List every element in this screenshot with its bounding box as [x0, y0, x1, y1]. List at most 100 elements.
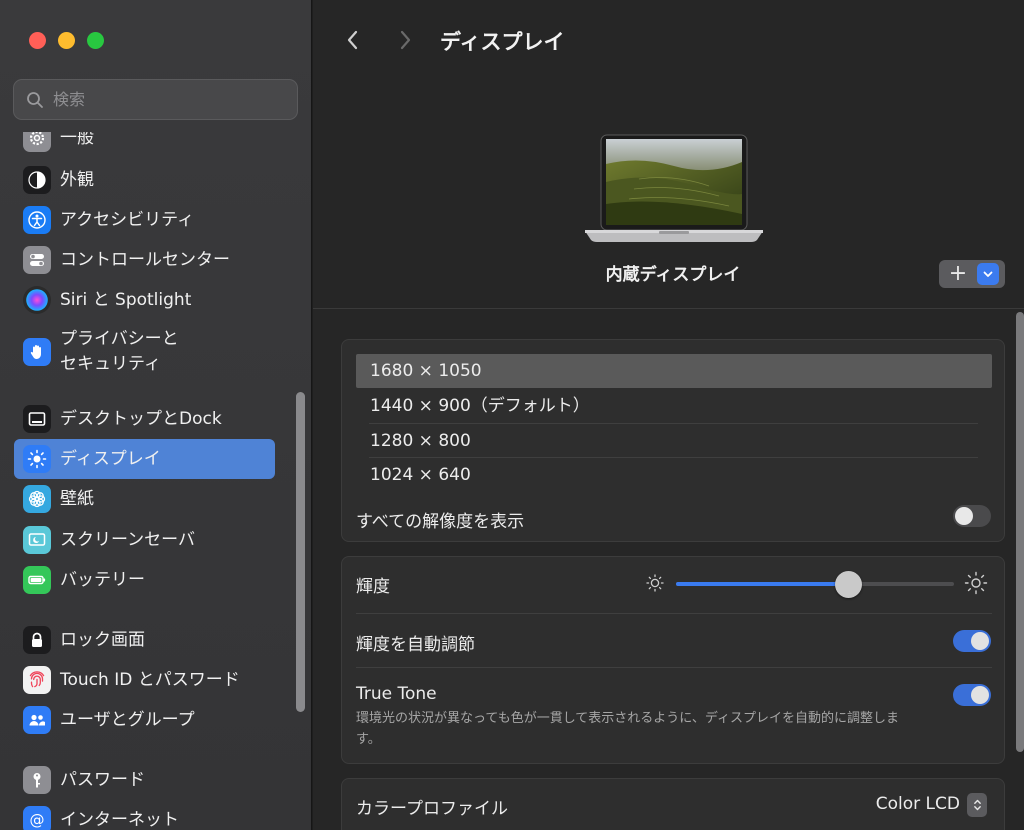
sidebar-item-battery[interactable]: バッテリー: [14, 560, 275, 600]
sidebar-item-desktop-dock[interactable]: デスクトップとDock: [14, 399, 275, 439]
key-icon: [23, 766, 51, 794]
brightness-slider-knob[interactable]: [835, 571, 863, 598]
sidebar-item-label: 外観: [60, 170, 94, 190]
sidebar-item-siri-spotlight[interactable]: Siri と Spotlight: [14, 280, 275, 320]
dock-icon: [23, 405, 51, 433]
brightness-label: 輝度: [356, 577, 390, 597]
forward-button[interactable]: [391, 26, 419, 54]
sidebar-item-label: バッテリー: [60, 570, 145, 590]
sidebar-item-touch-id-password[interactable]: Touch ID とパスワード: [14, 660, 275, 700]
hand-icon: [23, 338, 51, 366]
add-display-button[interactable]: +: [939, 260, 1005, 288]
sidebar-item-users-groups[interactable]: ユーザとグループ: [14, 700, 275, 740]
sidebar: 一般 外観 アクセシビリティ コントロールセンター Siri と Spotlig…: [0, 0, 312, 830]
sidebar-item-label: プライバシーと セキュリティ: [60, 327, 179, 377]
sidebar-item-label: インターネット: [60, 810, 179, 830]
chevron-right-icon: [400, 30, 411, 50]
true-tone-label: True Tone: [356, 684, 437, 704]
resolution-panel: 1680 × 1050 1440 × 900（デフォルト） 1280 × 800…: [341, 339, 1005, 542]
resolution-option[interactable]: 1280 × 800: [356, 424, 992, 458]
sidebar-item-displays[interactable]: ディスプレイ: [14, 439, 275, 479]
true-tone-description: 環境光の状況が異なっても色が一貫して表示されるように、ディスプレイを自動的に調整…: [356, 711, 900, 747]
sidebar-item-label: デスクトップとDock: [60, 409, 222, 429]
sidebar-list: 一般 外観 アクセシビリティ コントロールセンター Siri と Spotlig…: [0, 132, 300, 830]
sidebar-item-general[interactable]: 一般: [14, 132, 275, 158]
color-profile-panel: カラープロファイル Color LCD: [341, 778, 1005, 830]
divider: [356, 613, 992, 614]
lock-icon: [23, 626, 51, 654]
divider: [356, 667, 992, 668]
auto-brightness-toggle[interactable]: [953, 630, 991, 652]
sidebar-item-label: Siri と Spotlight: [60, 290, 192, 310]
sidebar-item-passwords[interactable]: パスワード: [14, 760, 275, 800]
sidebar-scrollbar[interactable]: [296, 392, 305, 712]
back-button[interactable]: [339, 26, 367, 54]
sidebar-item-wallpaper[interactable]: 壁紙: [14, 479, 275, 519]
plus-icon: +: [948, 261, 968, 286]
appearance-icon: [23, 166, 51, 194]
zoom-window-button[interactable]: [87, 32, 104, 49]
at-icon: @: [23, 806, 51, 830]
chevron-left-icon: [347, 30, 358, 50]
display-name-label: 内蔵ディスプレイ: [605, 265, 741, 285]
color-profile-label: カラープロファイル: [356, 799, 508, 819]
brightness-slider-fill: [676, 582, 849, 586]
sun-small-icon: [646, 574, 664, 592]
sidebar-item-label-line1: プライバシーと: [60, 329, 179, 349]
sidebar-item-accessibility[interactable]: アクセシビリティ: [14, 200, 275, 240]
sidebar-item-label: 壁紙: [60, 489, 94, 509]
brightness-panel: 輝度 輝度を自動調節 True Tone 環境光の状況が異なっても色が一貫して表…: [341, 556, 1005, 764]
sidebar-item-label: ディスプレイ: [60, 449, 161, 469]
close-window-button[interactable]: [29, 32, 46, 49]
resolution-option[interactable]: 1440 × 900（デフォルト）: [356, 389, 992, 423]
color-profile-value[interactable]: Color LCD: [876, 794, 960, 814]
show-all-resolutions-toggle[interactable]: [953, 505, 991, 527]
brightness-icon: [23, 445, 51, 473]
auto-brightness-label: 輝度を自動調節: [356, 635, 475, 655]
resolution-option[interactable]: 1680 × 1050: [356, 354, 992, 388]
sidebar-item-screensaver[interactable]: スクリーンセーバ: [14, 520, 275, 560]
main-pane: ディスプレイ 内蔵ディスプレイ + 1680 × 1050 1440 × 900…: [313, 0, 1024, 830]
control-center-icon: [23, 246, 51, 274]
svg-text:@: @: [30, 811, 45, 829]
color-profile-popup-button[interactable]: [967, 793, 987, 817]
sidebar-item-internet-accounts[interactable]: @ インターネット: [14, 800, 275, 830]
search-field[interactable]: [13, 79, 298, 120]
wallpaper-icon: [23, 485, 51, 513]
sidebar-item-label: スクリーンセーバ: [60, 530, 195, 550]
sidebar-item-label: Touch ID とパスワード: [60, 670, 240, 690]
minimize-window-button[interactable]: [58, 32, 75, 49]
page-title: ディスプレイ: [440, 30, 565, 54]
search-input[interactable]: [53, 90, 273, 109]
up-down-chevron-icon: [973, 799, 981, 811]
sidebar-item-label: コントロールセンター: [60, 250, 230, 270]
laptop-display-image[interactable]: [579, 134, 769, 246]
display-arrangement: 内蔵ディスプレイ +: [313, 80, 1024, 309]
main-scrollbar[interactable]: [1016, 312, 1024, 752]
sidebar-item-appearance[interactable]: 外観: [14, 160, 275, 200]
sidebar-item-privacy-security[interactable]: プライバシーと セキュリティ: [14, 326, 275, 378]
sidebar-item-lock-screen[interactable]: ロック画面: [14, 620, 275, 660]
users-icon: [23, 706, 51, 734]
toolbar: ディスプレイ: [313, 0, 1024, 80]
resolution-option[interactable]: 1024 × 640: [356, 458, 992, 492]
accessibility-icon: [23, 206, 51, 234]
gear-icon: [23, 132, 51, 152]
sidebar-item-label: 一般: [60, 132, 94, 148]
search-icon: [27, 91, 43, 108]
sidebar-item-label: パスワード: [60, 770, 145, 790]
fingerprint-icon: [23, 666, 51, 694]
sidebar-item-label: ユーザとグループ: [60, 710, 195, 730]
brightness-slider[interactable]: [676, 571, 954, 598]
sidebar-item-label: アクセシビリティ: [60, 210, 195, 230]
sidebar-item-label: ロック画面: [60, 630, 145, 650]
true-tone-toggle[interactable]: [953, 684, 991, 706]
sidebar-item-control-center[interactable]: コントロールセンター: [14, 240, 275, 280]
battery-icon: [23, 566, 51, 594]
sidebar-item-label-line2: セキュリティ: [60, 354, 161, 374]
chevron-down-icon[interactable]: [977, 263, 999, 285]
sun-large-icon: [964, 571, 988, 595]
show-all-resolutions-label: すべての解像度を表示: [356, 512, 525, 532]
siri-icon: [23, 286, 51, 314]
screensaver-icon: [23, 526, 51, 554]
